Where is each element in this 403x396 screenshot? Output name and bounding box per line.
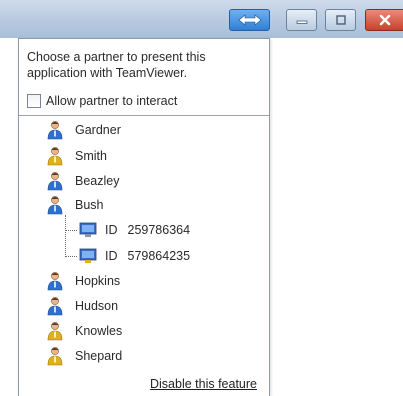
- user-icon: [47, 121, 63, 140]
- popup-prompt: Choose a partner to present this applica…: [27, 50, 206, 80]
- allow-interact-checkbox[interactable]: [27, 94, 41, 108]
- maximize-icon: [335, 15, 346, 25]
- user-icon: [47, 172, 63, 191]
- minimize-icon: [296, 20, 307, 24]
- close-icon: [379, 14, 390, 26]
- partner-item-bush[interactable]: Bush: [47, 194, 104, 216]
- maximize-button[interactable]: [325, 9, 356, 31]
- device-id-prefix: ID: [105, 223, 118, 237]
- partner-item-hudson[interactable]: Hudson: [47, 295, 118, 317]
- user-icon: [47, 347, 63, 366]
- device-id-prefix: ID: [105, 249, 118, 263]
- partner-name: Gardner: [75, 123, 121, 137]
- device-item[interactable]: ID 579864235: [79, 245, 190, 267]
- tree-connector: [65, 230, 77, 231]
- device-id: 259786364: [127, 223, 191, 237]
- partner-name: Knowles: [75, 324, 123, 338]
- partner-item-beazley[interactable]: Beazley: [47, 170, 119, 192]
- window-titlebar: [0, 0, 403, 38]
- partner-item-smith[interactable]: Smith: [47, 145, 107, 167]
- partner-item-gardner[interactable]: Gardner: [47, 119, 121, 141]
- user-icon: [47, 147, 63, 166]
- partner-name: Shepard: [75, 349, 123, 363]
- partner-name: Hopkins: [75, 274, 121, 288]
- tree-connector: [65, 215, 66, 257]
- allow-interact-option[interactable]: Allow partner to interact: [27, 92, 177, 110]
- user-icon: [47, 196, 63, 215]
- partner-name: Bush: [75, 198, 104, 212]
- device-id: 579864235: [127, 249, 191, 263]
- partner-item-hopkins[interactable]: Hopkins: [47, 270, 120, 292]
- partner-name: Beazley: [75, 174, 120, 188]
- computer-icon: [79, 222, 97, 237]
- user-icon: [47, 272, 63, 291]
- allow-interact-label: Allow partner to interact: [46, 94, 178, 108]
- device-item[interactable]: ID 259786364: [79, 219, 190, 241]
- user-icon: [47, 322, 63, 341]
- disable-feature-link[interactable]: Disable this feature: [150, 377, 257, 391]
- partner-popup: Choose a partner to present this applica…: [18, 38, 270, 396]
- user-icon: [47, 297, 63, 316]
- partner-name: Smith: [75, 149, 107, 163]
- computer-icon: [79, 248, 97, 263]
- partner-name: Hudson: [75, 299, 119, 313]
- double-arrow-icon: [238, 14, 261, 26]
- tree-connector: [65, 256, 77, 257]
- close-button[interactable]: [365, 9, 403, 31]
- minimize-button[interactable]: [286, 9, 317, 31]
- divider: [19, 115, 269, 116]
- teamviewer-share-button[interactable]: [229, 9, 270, 31]
- partner-item-shepard[interactable]: Shepard: [47, 345, 122, 367]
- partner-item-knowles[interactable]: Knowles: [47, 320, 122, 342]
